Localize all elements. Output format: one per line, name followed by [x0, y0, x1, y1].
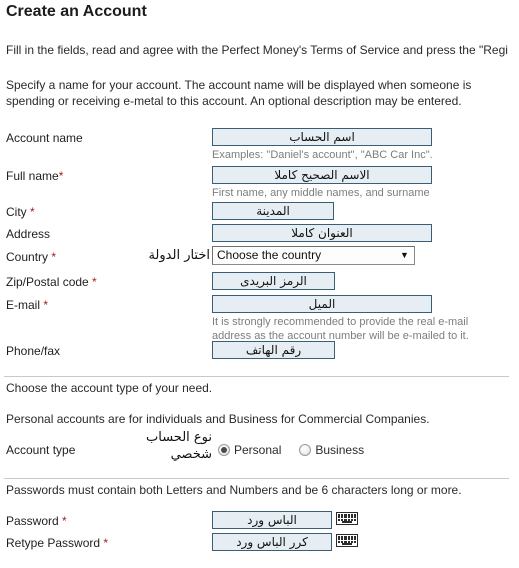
- address-input[interactable]: العنوان كاملا: [212, 224, 432, 242]
- account-type-desc: Personal accounts are for individuals an…: [6, 412, 430, 426]
- country-select-value: Choose the country: [217, 248, 322, 262]
- radio-personal-label: Personal: [234, 443, 282, 457]
- label-account-name: Account name: [6, 131, 83, 145]
- account-info-note-line1: Specify a name for your account. The acc…: [6, 78, 472, 92]
- country-select[interactable]: Choose the country ▼: [212, 246, 415, 265]
- create-account-page: Create an Account Fill in the fields, re…: [0, 0, 519, 568]
- page-title: Create an Account: [6, 3, 147, 20]
- required-marker: *: [51, 250, 57, 264]
- label-country: Country *: [6, 250, 57, 264]
- radio-business-label: Business: [315, 443, 365, 457]
- label-phone: Phone/fax: [6, 344, 61, 358]
- keyboard-spacebar: [341, 542, 353, 545]
- label-account-type: Account type: [6, 443, 76, 457]
- required-marker: *: [92, 275, 97, 289]
- required-marker: *: [103, 536, 109, 550]
- required-marker: *: [43, 298, 49, 312]
- keyboard-spacebar: [341, 520, 353, 523]
- account-type-note: Choose the account type of your need.: [6, 381, 213, 395]
- divider-account-type: [4, 376, 509, 377]
- account-type-annotation-line1: نوع الحساب: [146, 430, 212, 445]
- account-type-radio-group: Personal Business: [218, 443, 364, 457]
- label-full-name: Full name*: [6, 169, 64, 183]
- virtual-keyboard-icon[interactable]: [336, 534, 358, 547]
- account-name-hint: Examples: "Daniel's account", "ABC Car I…: [212, 149, 433, 161]
- required-marker: *: [58, 169, 64, 183]
- chevron-down-icon[interactable]: ▼: [397, 247, 412, 264]
- virtual-keyboard-icon[interactable]: [336, 512, 358, 525]
- password-input[interactable]: الباس ورد: [212, 511, 332, 529]
- phone-input[interactable]: رقم الهاتف: [212, 341, 335, 359]
- label-email: E-mail *: [6, 298, 49, 312]
- required-marker: *: [62, 514, 67, 528]
- label-zip: Zip/Postal code *: [6, 275, 97, 289]
- label-city: City *: [6, 205, 35, 219]
- email-hint-line1: It is strongly recommended to provide th…: [212, 316, 469, 328]
- intro-text: Fill in the fields, read and agree with …: [6, 43, 508, 57]
- label-password: Password *: [6, 514, 67, 528]
- zip-input[interactable]: الرمز البريدى: [212, 272, 335, 290]
- label-retype-password: Retype Password *: [6, 536, 109, 550]
- radio-personal[interactable]: [218, 444, 230, 456]
- account-type-annotation-line2: شخصي: [170, 447, 212, 462]
- password-note: Passwords must contain both Letters and …: [6, 483, 462, 497]
- country-annotation: اختار الدولة: [148, 248, 210, 263]
- account-info-note-line2: spending or receiving e-metal to this ac…: [6, 94, 462, 108]
- label-address: Address: [6, 227, 51, 241]
- retype-password-input[interactable]: كرر الباس ورد: [212, 533, 332, 551]
- full-name-hint: First name, any middle names, and surnam…: [212, 187, 430, 199]
- divider-password: [4, 478, 509, 479]
- account-name-input[interactable]: اسم الحساب: [212, 128, 432, 146]
- city-input[interactable]: المدينة: [212, 202, 334, 220]
- required-marker: *: [30, 205, 35, 219]
- radio-business[interactable]: [299, 444, 312, 456]
- full-name-input[interactable]: الاسم الصحيح كاملا: [212, 166, 432, 184]
- email-input[interactable]: الميل: [212, 295, 432, 313]
